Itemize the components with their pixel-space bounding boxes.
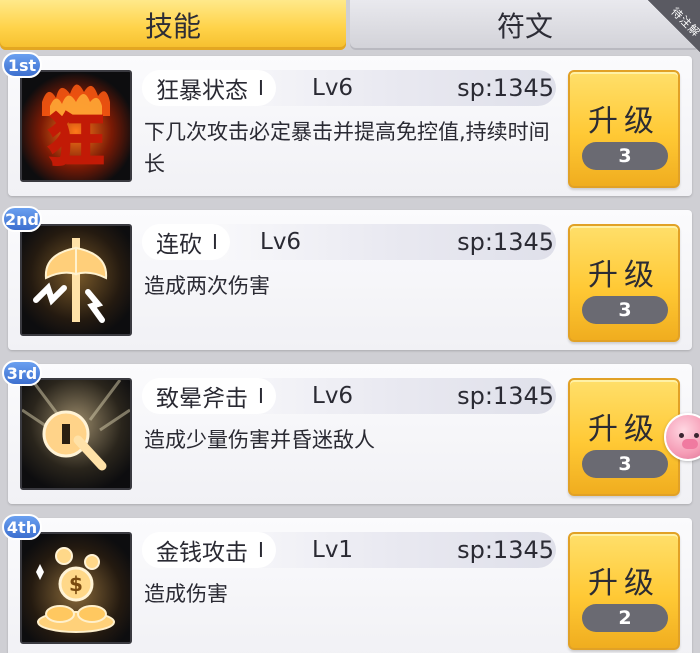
upgrade-button[interactable]: 升级 2 xyxy=(568,532,680,650)
skill-card: 1st 狂 狂暴状态 I Lv6 sp:1345 下几次攻击必定暴击并提高免控值… xyxy=(2,52,692,196)
skill-name-pill: 狂暴状态 I xyxy=(142,70,276,106)
upgrade-label: 升级 xyxy=(588,566,660,601)
skill-sp: sp:1345 xyxy=(457,382,554,410)
skill-sp: sp:1345 xyxy=(457,74,554,102)
pet-eye-right xyxy=(694,433,699,438)
skill-card: 4th $ 金钱攻击 I Lv1 sp:1345 造成伤害 升级 2 xyxy=(2,514,692,653)
skill-tier: I xyxy=(258,76,264,100)
tab-skills-label: 技能 xyxy=(144,10,201,43)
upgrade-button[interactable]: 升级 3 xyxy=(568,70,680,188)
coins-icon: $ xyxy=(20,532,132,644)
upgrade-button[interactable]: 升级 3 xyxy=(568,224,680,342)
skill-name: 致晕斧击 xyxy=(156,386,248,412)
svg-text:$: $ xyxy=(69,572,83,596)
skill-level: Lv6 xyxy=(312,383,354,409)
skill-name-pill: 连砍 I xyxy=(142,224,230,260)
skill-card: 2nd 连砍 I Lv6 sp:1345 造成两次伤害 升级 3 xyxy=(2,206,692,350)
skill-level: Lv6 xyxy=(260,229,302,255)
skill-level: Lv1 xyxy=(312,537,354,563)
pet-snout xyxy=(682,439,698,449)
double-axe-icon xyxy=(20,224,132,336)
tab-bar: 技能 符文 待注解 xyxy=(0,0,700,52)
skill-card: 3rd 致晕斧击 I Lv6 sp:1345 造成少量伤害并昏迷敌人 升级 3 xyxy=(2,360,692,504)
skill-description: 下几次攻击必定暴击并提高免控值,持续时间长 xyxy=(144,120,550,176)
corner-badge: 待注解 xyxy=(648,0,700,52)
skill-description: 造成两次伤害 xyxy=(144,274,270,298)
tab-skills[interactable]: 技能 xyxy=(0,0,346,50)
skill-sp: sp:1345 xyxy=(457,228,554,256)
rank-badge: 3rd xyxy=(2,360,42,386)
skill-tier: I xyxy=(258,538,264,562)
rank-badge: 1st xyxy=(2,52,42,78)
rank-badge: 4th xyxy=(2,514,42,540)
skill-name-row: 狂暴状态 I Lv6 sp:1345 xyxy=(142,70,556,106)
upgrade-cost: 2 xyxy=(582,604,668,632)
skill-name-pill: 致晕斧击 I xyxy=(142,378,276,414)
skill-name-row: 连砍 I Lv6 sp:1345 xyxy=(142,224,556,260)
berserk-icon: 狂 xyxy=(20,70,132,182)
skill-name-row: 金钱攻击 I Lv1 sp:1345 xyxy=(142,532,556,568)
upgrade-label: 升级 xyxy=(588,412,660,447)
skill-tier: I xyxy=(212,230,218,254)
skill-name: 连砍 xyxy=(156,232,202,258)
upgrade-label: 升级 xyxy=(588,258,660,293)
upgrade-cost: 3 xyxy=(582,450,668,478)
stun-axe-icon xyxy=(20,378,132,490)
skill-name: 金钱攻击 xyxy=(156,540,248,566)
corner-badge-text: 待注解 xyxy=(668,5,700,40)
pet-eye-left xyxy=(679,433,684,438)
skill-name-pill: 金钱攻击 I xyxy=(142,532,276,568)
upgrade-cost: 3 xyxy=(582,296,668,324)
skill-tier: I xyxy=(258,384,264,408)
skill-name: 狂暴状态 xyxy=(156,78,248,104)
skill-description: 造成少量伤害并昏迷敌人 xyxy=(144,428,375,452)
svg-text:狂: 狂 xyxy=(48,109,104,174)
tab-runes-label: 符文 xyxy=(496,10,553,43)
rank-badge: 2nd xyxy=(2,206,42,232)
upgrade-cost: 3 xyxy=(582,142,668,170)
skill-level: Lv6 xyxy=(312,75,354,101)
upgrade-label: 升级 xyxy=(588,104,660,139)
skill-description: 造成伤害 xyxy=(144,582,228,606)
skill-sp: sp:1345 xyxy=(457,536,554,564)
skill-name-row: 致晕斧击 I Lv6 sp:1345 xyxy=(142,378,556,414)
